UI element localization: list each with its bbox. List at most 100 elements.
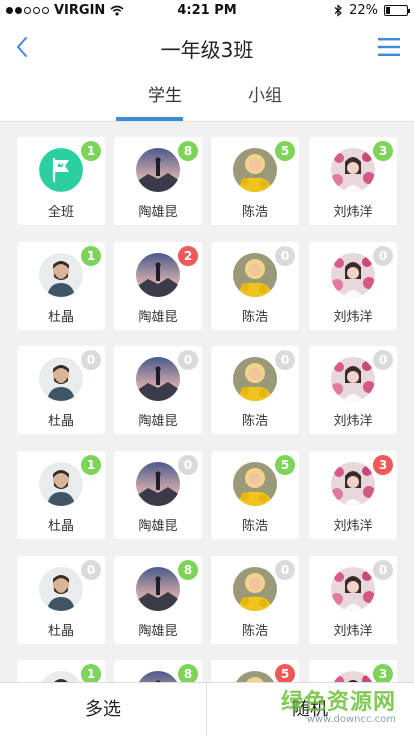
student-name: 全班 [47,205,74,220]
score-badge: 3 [373,455,393,475]
avatar [331,148,375,192]
score-badge: 8 [178,560,198,580]
score-badge: 1 [81,664,101,682]
score-badge: 1 [81,141,101,161]
student-card[interactable]: 8 陶雄昆 [114,137,202,225]
score-badge: 3 [373,664,393,682]
student-name: 刘炜洋 [333,414,373,429]
score-badge: 0 [275,246,295,266]
student-name: 陶雄昆 [138,624,178,639]
student-card[interactable]: 0 刘炜洋 [309,346,397,434]
avatar [331,357,375,401]
student-name: 陈浩 [241,414,268,429]
student-card[interactable]: 0 刘炜洋 [309,556,397,644]
back-button[interactable] [8,32,38,62]
avatar [39,671,83,682]
student-card[interactable]: 0 陶雄昆 [114,451,202,539]
avatar [331,567,375,611]
score-badge: 0 [275,560,295,580]
student-name: 刘炜洋 [333,310,373,325]
student-card[interactable]: 0 杜晶 [17,556,105,644]
score-badge: 0 [178,455,198,475]
student-name: 刘炜洋 [333,624,373,639]
score-badge: 0 [373,350,393,370]
student-card[interactable]: 8 [114,660,202,682]
student-name: 刘炜洋 [333,205,373,220]
avatar [39,462,83,506]
student-name: 杜晶 [47,414,74,429]
student-card[interactable]: 0 陈浩 [211,346,299,434]
student-card[interactable]: 3 刘炜洋 [309,137,397,225]
student-card[interactable]: 2 陶雄昆 [114,242,202,330]
random-button[interactable]: 随机 [207,683,413,736]
score-badge: 1 [81,246,101,266]
avatar [331,671,375,682]
score-badge: 8 [178,664,198,682]
score-badge: 0 [178,350,198,370]
avatar [233,462,277,506]
student-card[interactable]: 5 陈浩 [211,451,299,539]
student-name: 杜晶 [47,310,74,325]
tab-groups[interactable]: 小组 [215,74,315,120]
student-card[interactable]: 1 杜晶 [17,451,105,539]
avatar [233,253,277,297]
student-name: 陶雄昆 [138,414,178,429]
student-card[interactable]: 0 刘炜洋 [309,242,397,330]
student-name: 陶雄昆 [138,519,178,534]
class-flag-icon [39,148,83,192]
navigation-bar: 一年级3班 [0,22,414,74]
student-grid: 1 全班 8 陶雄昆 5 陈浩 3 刘炜洋 1 杜晶 2 陶雄昆 0 陈浩 0 刘炜洋 0 杜晶 … [0,122,414,682]
avatar [331,253,375,297]
student-card[interactable]: 1 杜晶 [17,242,105,330]
score-badge: 3 [373,141,393,161]
score-badge: 0 [275,350,295,370]
student-card[interactable]: 0 陶雄昆 [114,346,202,434]
avatar [136,357,180,401]
score-badge: 5 [275,455,295,475]
student-card[interactable]: 3 [309,660,397,682]
student-card[interactable]: 1 全班 [17,137,105,225]
chevron-left-icon [16,37,27,57]
student-card[interactable]: 5 陈浩 [211,137,299,225]
student-card[interactable]: 0 杜晶 [17,346,105,434]
score-badge: 0 [373,246,393,266]
student-card[interactable]: 0 陈浩 [211,556,299,644]
battery-level [386,7,391,14]
multi-select-button[interactable]: 多选 [0,683,206,736]
avatar [39,357,83,401]
score-badge: 2 [178,246,198,266]
student-name: 杜晶 [47,624,74,639]
avatar [233,567,277,611]
hamburger-menu-icon [378,38,400,56]
score-badge: 0 [373,560,393,580]
student-name: 陶雄昆 [138,205,178,220]
score-badge: 5 [275,141,295,161]
tab-students[interactable]: 学生 [115,74,215,120]
score-badge: 0 [81,560,101,580]
avatar [233,357,277,401]
score-badge: 8 [178,141,198,161]
student-card[interactable]: 5 [211,660,299,682]
battery-icon [384,5,410,16]
avatar [136,567,180,611]
avatar [136,462,180,506]
page-title: 一年级3班 [160,38,254,62]
avatar [39,253,83,297]
score-badge: 0 [81,350,101,370]
student-name: 刘炜洋 [333,519,373,534]
student-card[interactable]: 3 刘炜洋 [309,451,397,539]
student-name: 陈浩 [241,519,268,534]
status-bar: VIRGIN 4:21 PM 22% [0,0,414,22]
avatar [233,671,277,682]
avatar [233,148,277,192]
bluetooth-icon [334,4,343,17]
battery-percent: 22% [349,3,378,18]
student-card[interactable]: 0 陈浩 [211,242,299,330]
score-badge: 5 [275,664,295,682]
avatar [39,567,83,611]
student-card[interactable]: 1 [17,660,105,682]
student-card[interactable]: 8 陶雄昆 [114,556,202,644]
score-badge: 1 [81,455,101,475]
menu-button[interactable] [376,34,402,60]
student-name: 陈浩 [241,624,268,639]
